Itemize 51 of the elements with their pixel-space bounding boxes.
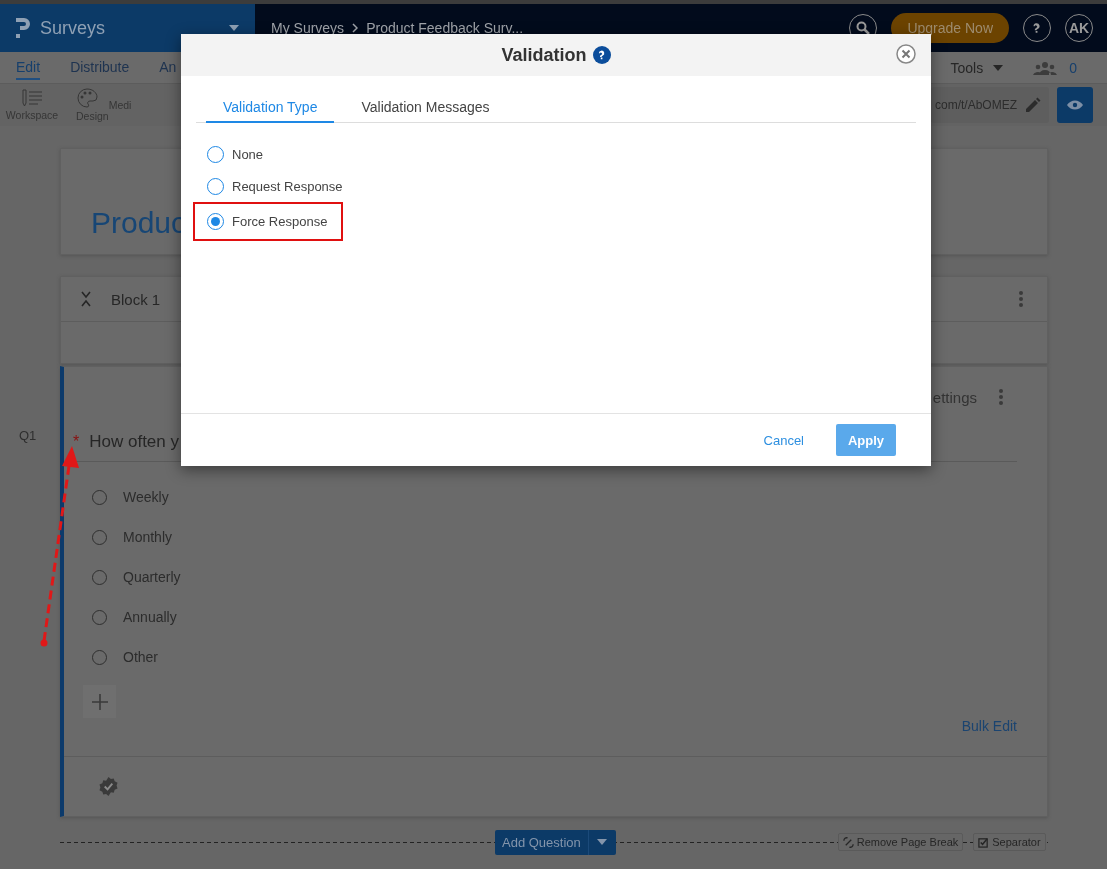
radio-label: Request Response xyxy=(232,178,343,194)
preview-button[interactable] xyxy=(1057,87,1093,123)
dialog-tab[interactable]: Validation Messages xyxy=(344,92,507,123)
option-label: Weekly xyxy=(123,489,169,505)
kebab-menu-icon[interactable] xyxy=(999,389,1003,405)
plus-icon xyxy=(91,693,108,710)
palette-icon xyxy=(76,88,98,108)
apply-button[interactable]: Apply xyxy=(836,424,896,456)
breadcrumb-link[interactable]: My Surveys xyxy=(271,20,345,36)
logo-icon xyxy=(16,18,30,38)
kebab-menu-icon[interactable] xyxy=(1019,291,1023,307)
unlink-icon xyxy=(842,836,854,848)
pencil-icon[interactable] xyxy=(1025,97,1041,113)
caret-icon[interactable] xyxy=(993,64,1004,71)
separator-button[interactable]: Separator xyxy=(973,833,1046,851)
cancel-button[interactable]: Cancel xyxy=(757,431,810,449)
radio-label: Force Response xyxy=(232,214,328,229)
people-icon[interactable] xyxy=(1033,60,1058,75)
close-icon[interactable] xyxy=(896,44,916,64)
checkbox-icon xyxy=(978,836,990,848)
radio-label: None xyxy=(232,146,264,162)
option-label: Quarterly xyxy=(123,569,181,585)
collapse-icon[interactable] xyxy=(81,291,91,307)
option-label: Monthly xyxy=(123,529,173,545)
tools-menu[interactable]: Tools xyxy=(950,59,984,76)
required-mark: * xyxy=(73,433,80,451)
question-text: How often y xyxy=(89,432,179,452)
nav-tab[interactable]: Edit xyxy=(16,55,41,80)
add-option-button[interactable] xyxy=(83,685,116,718)
nav-tab[interactable]: Distribute xyxy=(70,55,130,80)
dialog-tab[interactable]: Validation Type xyxy=(206,92,335,123)
nav-tab[interactable]: An xyxy=(159,55,177,80)
eye-icon xyxy=(1067,100,1083,110)
badge-check-icon[interactable] xyxy=(99,777,118,796)
bulk-edit-link[interactable]: Bulk Edit xyxy=(961,718,1017,734)
search-icon xyxy=(856,21,871,35)
question-number: Q1 xyxy=(19,428,37,443)
caret-icon[interactable] xyxy=(597,839,608,845)
breadcrumb-link[interactable]: Product Feedback Surv... xyxy=(366,20,524,36)
block-title: Block 1 xyxy=(111,290,161,308)
collaborator-count: 0 xyxy=(1069,59,1077,76)
survey-title: Produc xyxy=(91,206,187,240)
help-icon[interactable] xyxy=(592,46,611,64)
dropdown-caret-icon[interactable] xyxy=(229,25,239,31)
option-label: Annually xyxy=(123,609,177,625)
dialog-title: Validation xyxy=(501,44,587,66)
option-label: Other xyxy=(123,649,158,665)
app-name: Surveys xyxy=(40,17,107,39)
chevron-icon xyxy=(352,23,359,33)
list-icon xyxy=(21,89,43,107)
remove-page-break-button[interactable]: Remove Page Break xyxy=(837,833,964,851)
